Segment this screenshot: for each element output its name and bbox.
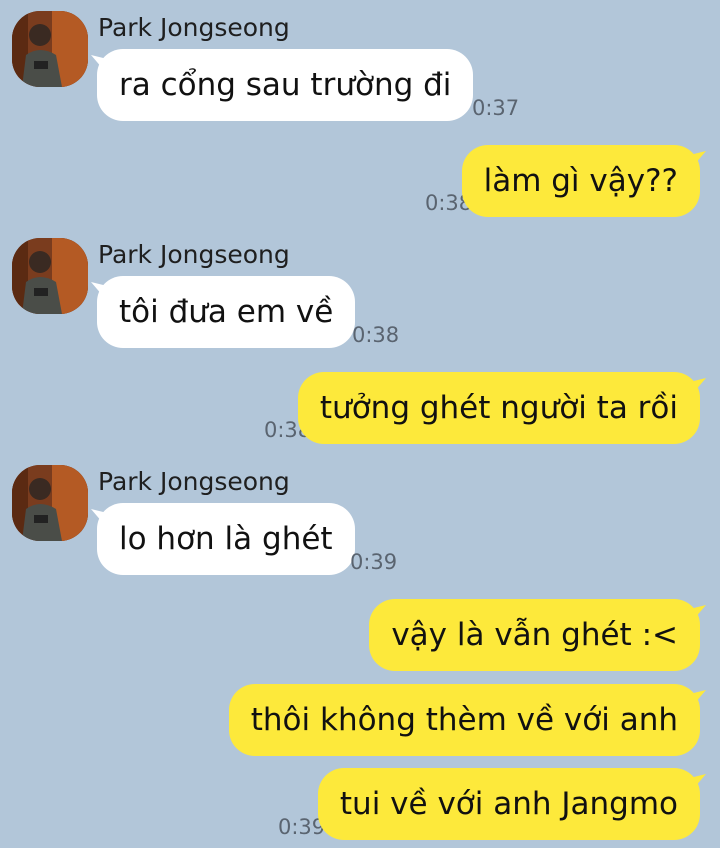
sender-name: Park Jongseong <box>98 467 290 496</box>
avatar[interactable] <box>12 11 88 87</box>
sender-name: Park Jongseong <box>98 13 290 42</box>
message-bubble[interactable]: vậy là vẫn ghét :< <box>369 599 700 671</box>
message-time: 0:38 <box>352 323 400 347</box>
message-time: 0:39 <box>350 550 398 574</box>
chat-thread: Park Jongseong ra cổng sau trường đi 0:3… <box>0 0 720 848</box>
sender-name: Park Jongseong <box>98 240 290 269</box>
message-bubble[interactable]: làm gì vậy?? <box>461 145 700 217</box>
message-bubble[interactable]: thôi không thèm về với anh <box>228 684 700 756</box>
message-bubble[interactable]: tôi đưa em về <box>97 276 356 348</box>
message-time: 0:37 <box>472 96 520 120</box>
avatar[interactable] <box>12 465 88 541</box>
message-bubble[interactable]: tui về với anh Jangmo <box>317 768 700 840</box>
message-bubble[interactable]: ra cổng sau trường đi <box>97 49 474 121</box>
message-bubble[interactable]: tưởng ghét người ta rồi <box>297 372 700 444</box>
message-bubble[interactable]: lo hơn là ghét <box>97 503 355 575</box>
avatar[interactable] <box>12 238 88 314</box>
